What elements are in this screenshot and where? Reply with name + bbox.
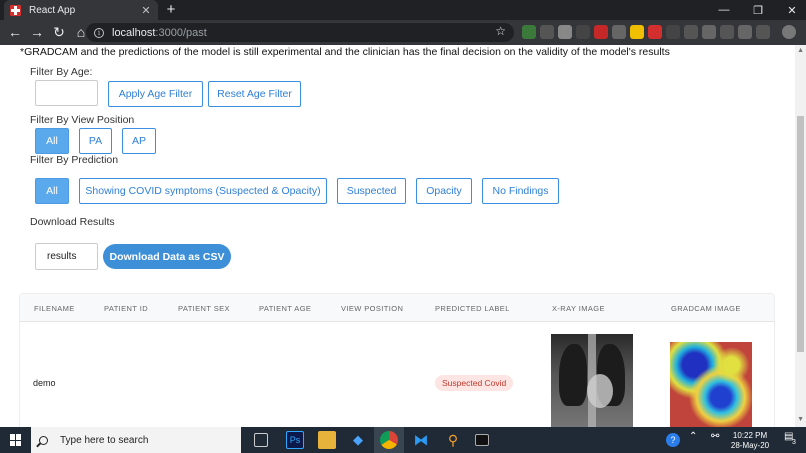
results-table: FILENAME PATIENT ID PATIENT SEX PATIENT … <box>19 293 775 433</box>
file-explorer-icon[interactable] <box>318 431 336 449</box>
prediction-filter-covid-symptoms-button[interactable]: Showing COVID symptoms (Suspected & Opac… <box>79 178 327 204</box>
tab-close-icon[interactable]: ✕ <box>139 4 153 17</box>
table-header: FILENAME PATIENT ID PATIENT SEX PATIENT … <box>20 294 774 322</box>
scrollbar-thumb[interactable] <box>797 116 804 352</box>
disclaimer-text: *GRADCAM and the predictions of the mode… <box>20 46 670 58</box>
red-cross-favicon-icon <box>10 4 21 16</box>
minimize-icon[interactable]: — <box>710 0 738 20</box>
prediction-filter-suspected-button[interactable]: Suspected <box>337 178 406 204</box>
csv-filename-input[interactable] <box>35 243 98 270</box>
extension-icon[interactable] <box>756 25 770 39</box>
extension-icon[interactable] <box>540 25 554 39</box>
clock-date: 28-May-20 <box>730 441 770 450</box>
tab-title: React App <box>29 4 76 16</box>
notification-count: 3 <box>792 439 796 446</box>
column-header-patient-sex[interactable]: PATIENT SEX <box>178 304 230 313</box>
profile-avatar-icon[interactable] <box>782 25 796 39</box>
age-input[interactable] <box>35 80 98 106</box>
reload-icon[interactable]: ↻ <box>48 20 70 45</box>
back-icon[interactable]: ← <box>4 20 26 45</box>
extensions-row: ⋮ <box>522 25 806 39</box>
predicted-label-badge: Suspected Covid <box>435 375 514 391</box>
scroll-up-icon[interactable]: ▲ <box>797 47 804 54</box>
extension-icon[interactable] <box>648 25 662 39</box>
address-bar[interactable]: i localhost:3000/past ☆ <box>86 23 514 42</box>
prediction-filter-no-findings-button[interactable]: No Findings <box>482 178 559 204</box>
terminal-icon[interactable] <box>475 434 489 446</box>
gradcam-heatmap-image[interactable] <box>670 342 752 432</box>
windows-start-icon[interactable] <box>10 434 22 446</box>
photoshop-icon[interactable]: Ps <box>286 431 304 449</box>
reset-age-filter-button[interactable]: Reset Age Filter <box>208 81 301 107</box>
cell-filename: demo <box>33 378 56 388</box>
view-filter-all-button[interactable]: All <box>35 128 69 154</box>
view-filter-label: Filter By View Position <box>30 114 135 126</box>
tray-expand-icon[interactable]: ⌃ <box>689 431 697 442</box>
download-csv-button[interactable]: Download Data as CSV <box>103 244 231 269</box>
network-icon[interactable]: ⚯ <box>711 431 719 442</box>
prediction-filter-all-button[interactable]: All <box>35 178 69 204</box>
extension-icon[interactable] <box>738 25 752 39</box>
browser-tabstrip: React App ✕ + — ❐ ✕ <box>0 0 806 20</box>
column-header-filename[interactable]: FILENAME <box>34 304 75 313</box>
column-header-predicted-label[interactable]: PREDICTED LABEL <box>435 304 510 313</box>
bookmark-star-icon[interactable]: ☆ <box>495 24 506 38</box>
help-icon[interactable]: ? <box>666 433 680 447</box>
column-header-xray-image[interactable]: X-RAY IMAGE <box>552 304 605 313</box>
view-filter-ap-button[interactable]: AP <box>122 128 156 154</box>
view-filter-pa-button[interactable]: PA <box>79 128 112 154</box>
search-app-icon[interactable]: ⚲ <box>444 431 462 449</box>
column-header-gradcam-image[interactable]: GRADCAM IMAGE <box>671 304 741 313</box>
browser-tab[interactable]: React App ✕ <box>4 0 158 20</box>
info-icon[interactable]: i <box>94 27 104 38</box>
xray-image[interactable] <box>551 334 633 432</box>
new-tab-button[interactable]: + <box>163 2 179 18</box>
restore-icon[interactable]: ❐ <box>744 0 772 20</box>
search-icon <box>39 435 48 445</box>
apply-age-filter-button[interactable]: Apply Age Filter <box>108 81 203 107</box>
window-close-icon[interactable]: ✕ <box>778 0 806 20</box>
clock-time: 10:22 PM <box>732 431 768 440</box>
extension-icon[interactable] <box>702 25 716 39</box>
extension-grammarly-icon[interactable] <box>522 25 536 39</box>
download-results-label: Download Results <box>30 216 115 228</box>
vscode-icon[interactable]: ⧓ <box>412 431 430 449</box>
url-path: :3000/past <box>155 26 207 39</box>
extension-pdf-icon[interactable] <box>594 25 608 39</box>
extension-icon[interactable] <box>684 25 698 39</box>
column-header-patient-age[interactable]: PATIENT AGE <box>259 304 311 313</box>
extension-icon[interactable] <box>576 25 590 39</box>
url-host: localhost <box>112 26 156 39</box>
chrome-icon[interactable] <box>380 431 398 449</box>
taskbar-search-box[interactable]: Type here to search <box>31 427 241 453</box>
scroll-down-icon[interactable]: ▼ <box>797 416 804 423</box>
age-filter-label: Filter By Age: <box>30 66 93 78</box>
column-header-patient-id[interactable]: PATIENT ID <box>104 304 148 313</box>
prediction-filter-label: Filter By Prediction <box>30 154 119 166</box>
forward-icon[interactable]: → <box>26 20 48 45</box>
task-view-icon[interactable] <box>254 433 268 447</box>
taskbar-clock[interactable]: 10:22 PM 28-May-20 <box>727 431 773 451</box>
extension-icon[interactable] <box>666 25 680 39</box>
taskbar-search-placeholder: Type here to search <box>60 434 149 446</box>
extension-icon[interactable] <box>612 25 626 39</box>
url-text: localhost:3000/past <box>112 27 207 39</box>
extension-emoji-icon[interactable] <box>630 25 644 39</box>
column-header-view-position[interactable]: VIEW POSITION <box>341 304 403 313</box>
browser-menu-icon[interactable]: ⋮ <box>800 25 806 39</box>
taskbar-app-icon[interactable]: ◆ <box>349 431 367 449</box>
extension-icon[interactable] <box>720 25 734 39</box>
prediction-filter-opacity-button[interactable]: Opacity <box>416 178 472 204</box>
windows-taskbar: Type here to search Ps ◆ ⧓ ⚲ ? ⌃ ⚯ ▤ 3 <box>0 427 806 453</box>
extension-icon[interactable] <box>558 25 572 39</box>
